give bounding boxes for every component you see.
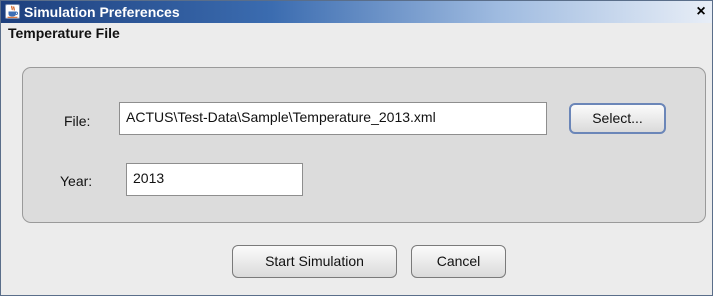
close-icon[interactable]: × (693, 4, 709, 20)
cancel-label: Cancel (436, 253, 481, 269)
section-title: Temperature File (8, 25, 120, 41)
cancel-button[interactable]: Cancel (411, 245, 506, 278)
window-title: Simulation Preferences (24, 4, 180, 20)
simulation-preferences-dialog: Simulation Preferences × Temperature Fil… (0, 0, 713, 296)
temperature-file-panel: File: ACTUS\Test-Data\Sample\Temperature… (22, 67, 706, 223)
select-file-button[interactable]: Select... (569, 103, 666, 134)
start-simulation-button[interactable]: Start Simulation (232, 245, 397, 278)
select-button-label: Select... (592, 110, 643, 126)
file-label: File: (64, 113, 91, 129)
file-path-field[interactable]: ACTUS\Test-Data\Sample\Temperature_2013.… (119, 102, 547, 135)
year-label: Year: (60, 173, 93, 189)
title-bar[interactable]: Simulation Preferences × (1, 1, 712, 23)
java-cup-icon (5, 4, 20, 19)
year-field[interactable]: 2013 (126, 163, 303, 196)
start-simulation-label: Start Simulation (265, 253, 364, 269)
